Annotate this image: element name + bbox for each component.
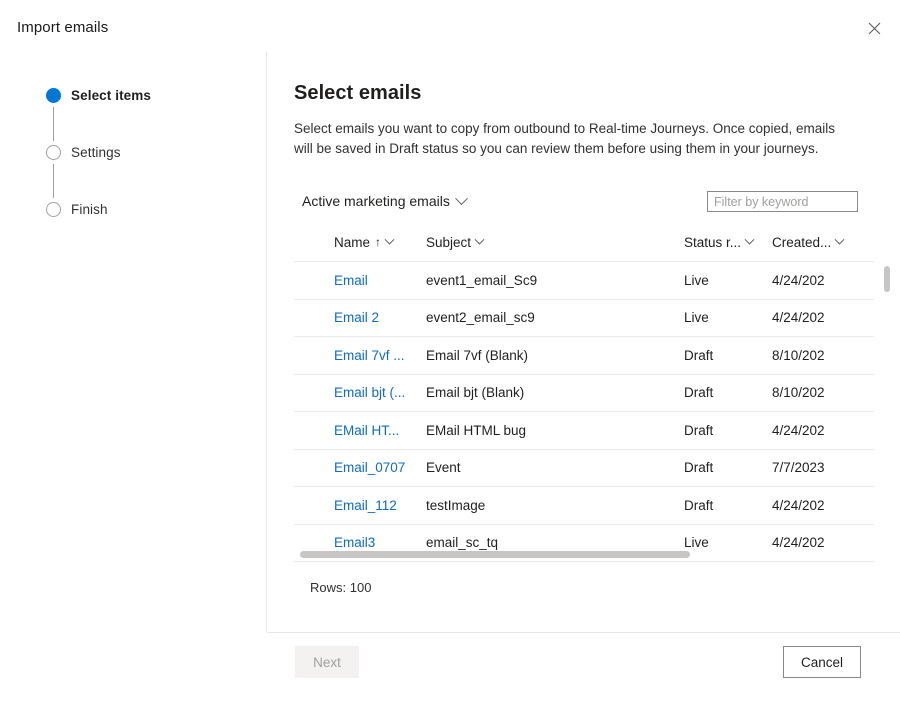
wizard-connector xyxy=(53,107,54,141)
wizard-step-label: Settings xyxy=(71,145,121,160)
wizard-step-finish[interactable]: Finish xyxy=(46,198,246,221)
cell-subject: EMail HTML bug xyxy=(426,422,527,438)
column-header-created-on[interactable]: Created... xyxy=(772,234,868,250)
wizard-step-label: Select items xyxy=(71,88,151,103)
wizard-step-select-items[interactable]: Select items xyxy=(46,84,246,107)
step-filled-dot-icon xyxy=(46,88,61,103)
cell-name-link[interactable]: Email xyxy=(334,273,426,288)
table-row[interactable]: Email 2 event2_email_sc9 Live 4/24/202 xyxy=(294,300,874,337)
cell-name-link[interactable]: Email_112 xyxy=(334,498,426,513)
page-title: Select emails xyxy=(294,82,422,104)
cell-subject: event2_email_sc9 xyxy=(426,310,535,326)
close-button[interactable] xyxy=(858,12,890,44)
column-header-label: Status r... xyxy=(684,234,742,250)
view-selector[interactable]: Active marketing emails xyxy=(302,189,468,213)
cell-name-link[interactable]: Email3 xyxy=(334,535,426,550)
close-icon xyxy=(868,22,881,35)
grid-horizontal-scrollbar[interactable] xyxy=(300,551,690,558)
next-button[interactable]: Next xyxy=(295,646,359,678)
column-header-label: Subject xyxy=(426,234,472,250)
cell-created: 4/24/202 xyxy=(772,310,825,326)
cell-subject: event1_email_Sc9 xyxy=(426,272,538,288)
column-header-label: Name xyxy=(334,234,371,250)
grid-vertical-scrollbar-thumb[interactable] xyxy=(884,266,890,292)
grid-body: Email event1_email_Sc9 Live 4/24/202 Ema… xyxy=(294,261,890,562)
cell-created: 7/7/2023 xyxy=(772,460,825,476)
cell-name-link[interactable]: Email 2 xyxy=(334,310,426,325)
cell-created: 4/24/202 xyxy=(772,422,825,438)
cell-status: Draft xyxy=(684,460,714,476)
wizard-step-settings[interactable]: Settings xyxy=(46,141,246,164)
cell-created: 4/24/202 xyxy=(772,535,825,551)
column-header-subject[interactable]: Subject xyxy=(426,234,684,250)
view-selector-label: Active marketing emails xyxy=(302,193,450,209)
cell-created: 8/10/202 xyxy=(772,385,825,401)
grid-vertical-scrollbar[interactable] xyxy=(882,262,892,562)
cell-name-link[interactable]: Email 7vf ... xyxy=(334,348,426,363)
filter-input[interactable] xyxy=(707,191,858,212)
page-description: Select emails you want to copy from outb… xyxy=(294,121,836,156)
table-row[interactable]: Email bjt (... Email bjt (Blank) Draft 8… xyxy=(294,375,874,412)
cell-name-link[interactable]: Email bjt (... xyxy=(334,385,426,400)
chevron-down-icon xyxy=(384,234,395,245)
cell-status: Live xyxy=(684,310,709,326)
column-header-label: Created... xyxy=(772,234,832,250)
cell-created: 4/24/202 xyxy=(772,497,825,513)
cell-subject: Event xyxy=(426,460,461,476)
step-hollow-dot-icon xyxy=(46,145,61,160)
wizard-connector xyxy=(53,164,54,198)
cell-status: Draft xyxy=(684,497,714,513)
cell-status: Draft xyxy=(684,422,714,438)
grid-toolbar: Active marketing emails xyxy=(294,189,874,215)
cell-status: Live xyxy=(684,272,709,288)
column-header-name[interactable]: Name ↑ xyxy=(334,234,426,250)
step-hollow-dot-icon xyxy=(46,202,61,217)
cell-subject: Email 7vf (Blank) xyxy=(426,347,529,363)
emails-grid: Name ↑ Subject Status r... Created... Em… xyxy=(294,229,890,562)
cell-name-link[interactable]: Email_0707 xyxy=(334,460,426,475)
cell-created: 8/10/202 xyxy=(772,347,825,363)
cell-created: 4/24/202 xyxy=(772,272,825,288)
cell-status: Draft xyxy=(684,385,714,401)
dialog-titlebar: Import emails xyxy=(0,0,900,52)
dialog-title: Import emails xyxy=(17,19,109,36)
import-emails-dialog: Import emails Select items Settings Fini… xyxy=(0,0,900,705)
chevron-down-icon xyxy=(834,234,845,245)
content-pane: Select emails Select emails you want to … xyxy=(294,80,874,159)
rows-count-label: Rows: 100 xyxy=(310,580,372,595)
table-row[interactable]: Email_0707 Event Draft 7/7/2023 xyxy=(294,450,874,487)
wizard-step-label: Finish xyxy=(71,202,108,217)
rail-divider xyxy=(266,52,267,632)
column-header-status-reason[interactable]: Status r... xyxy=(684,234,772,250)
chevron-down-icon xyxy=(744,234,755,245)
cancel-button[interactable]: Cancel xyxy=(783,646,861,678)
chevron-down-icon xyxy=(474,234,485,245)
cell-status: Live xyxy=(684,535,709,551)
sort-ascending-icon: ↑ xyxy=(375,235,382,249)
cell-subject: testImage xyxy=(426,497,486,513)
cell-name-link[interactable]: EMail HT... xyxy=(334,423,426,438)
table-row[interactable]: Email 7vf ... Email 7vf (Blank) Draft 8/… xyxy=(294,337,874,375)
table-row[interactable]: Email_112 testImage Draft 4/24/202 xyxy=(294,487,874,525)
cell-subject: email_sc_tq xyxy=(426,535,499,551)
table-row[interactable]: Email event1_email_Sc9 Live 4/24/202 xyxy=(294,262,874,300)
footer-divider xyxy=(267,632,900,633)
table-row[interactable]: EMail HT... EMail HTML bug Draft 4/24/20… xyxy=(294,412,874,450)
cell-status: Draft xyxy=(684,347,714,363)
wizard-steps: Select items Settings Finish xyxy=(46,84,246,221)
grid-header-row: Name ↑ Subject Status r... Created... xyxy=(294,229,874,255)
cell-subject: Email bjt (Blank) xyxy=(426,385,525,401)
chevron-down-icon xyxy=(454,191,468,205)
